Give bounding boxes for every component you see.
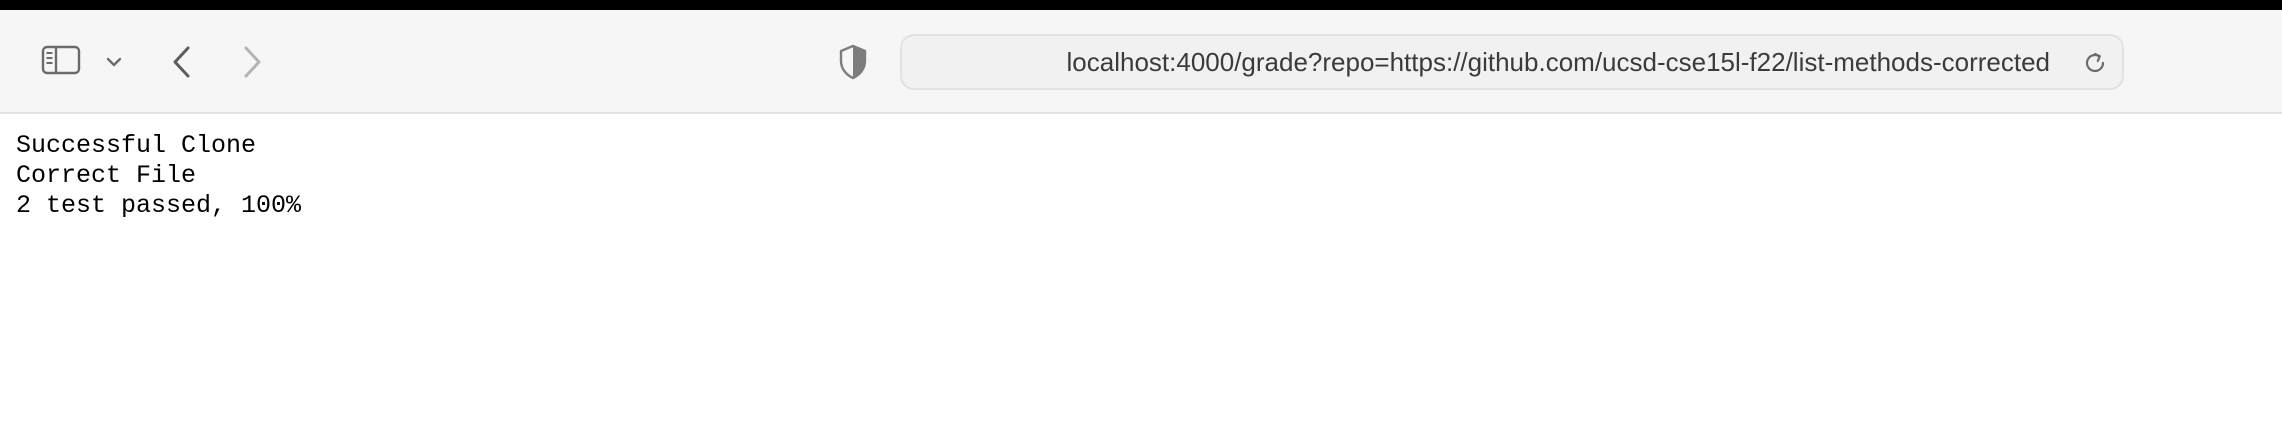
sidebar-menu-button[interactable] (100, 48, 128, 76)
window-top-edge (0, 0, 2282, 10)
privacy-report-button[interactable] (836, 42, 870, 82)
chevron-down-icon (106, 57, 122, 67)
forward-button[interactable] (230, 40, 274, 84)
clone-status-text: Successful Clone (16, 131, 257, 160)
reload-icon (2085, 52, 2105, 73)
sidebar-icon (41, 45, 81, 75)
file-status-text: Correct File (16, 161, 197, 190)
test-result-text: 2 test passed, 100% (16, 191, 302, 220)
reload-button[interactable] (2080, 48, 2110, 78)
chevron-right-icon (244, 46, 261, 78)
browser-toolbar: localhost:4000/grade?repo=https://github… (0, 10, 2282, 114)
url-text[interactable]: localhost:4000/grade?repo=https://github… (902, 36, 2062, 88)
sidebar-toggle-button[interactable] (36, 40, 86, 80)
page-content: Successful Clone Correct File 2 test pas… (16, 131, 301, 221)
address-bar[interactable]: localhost:4000/grade?repo=https://github… (900, 34, 2124, 90)
chevron-left-icon (173, 46, 190, 78)
shield-icon (839, 44, 867, 80)
back-button[interactable] (160, 40, 204, 84)
